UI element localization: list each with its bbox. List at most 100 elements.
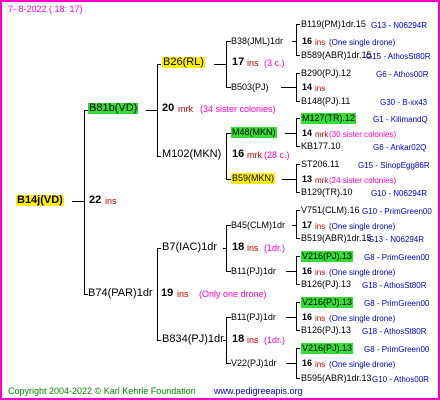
footer-url[interactable]: www.pedigreeapis.org <box>214 386 303 397</box>
gen2-a-queen[interactable]: B26(RL) <box>162 57 205 68</box>
gen2-c-queen[interactable]: B7(IAC)1dr <box>162 242 217 253</box>
gen3-a2-unit: ins <box>315 84 326 93</box>
connector <box>72 201 84 202</box>
gen3-a1-queen[interactable]: B38(JML)1dr <box>231 36 283 47</box>
date-stamp: 7- 8-2022 ( 18: 17) <box>8 4 83 14</box>
gen3-c1-unit: ins <box>315 222 326 231</box>
gen3-d2-year: 16 <box>302 358 313 368</box>
gen4-queen-8[interactable]: B129(TR).10 <box>301 187 353 198</box>
connector <box>214 64 226 65</box>
connector <box>296 73 297 101</box>
connector <box>296 118 297 146</box>
gen4-queen-1[interactable]: B119(PM)1dr.15 <box>301 19 366 30</box>
connector <box>223 340 226 341</box>
connector <box>286 317 296 318</box>
connector <box>292 225 296 226</box>
connector <box>157 156 161 157</box>
pedigree-chart: 7- 8-2022 ( 18: 17) B14j(VD) 22 ins B81b… <box>0 0 440 400</box>
gen2-a-unit: ins <box>247 58 259 68</box>
gen4-code-11: G8 - PrimGreen00 <box>364 253 430 262</box>
gen3-d2-note: (One single drone) <box>329 360 396 369</box>
gen2-b-unit2: mrk <box>247 150 262 160</box>
gen2-a-note: (3 c.) <box>264 58 285 68</box>
gen3-a2-queen[interactable]: B503(PJ) <box>231 82 269 93</box>
gen4-code-16: G10 - Athos00R <box>372 375 429 384</box>
gen3-c2-year: 16 <box>302 266 313 276</box>
connector <box>296 256 297 284</box>
gen4-code-8: G10 - N06294R <box>371 189 428 198</box>
root-queen[interactable]: B14j(VD) <box>16 195 64 206</box>
gen3-d1-year: 16 <box>302 312 313 322</box>
gen2-d-year: 18 <box>232 333 245 345</box>
gen1-bottom-unit: ins <box>177 289 189 299</box>
gen4-queen-7[interactable]: ST206.11 <box>301 159 339 170</box>
gen3-d2-queen[interactable]: V22(PJ)1dr <box>231 358 277 369</box>
gen4-code-12: G18 - AthosSt80R <box>362 281 427 290</box>
gen3-b1-unit: mrk <box>315 130 329 139</box>
gen4-code-6: G6 - Ankar02Q <box>373 143 427 152</box>
gen4-queen-6[interactable]: KB177.10 <box>301 141 341 152</box>
footer-copyright: Copyright 2004-2022 © Karl Kehrle Founda… <box>8 386 196 396</box>
connector <box>281 87 296 88</box>
gen4-code-13: G8 - PrimGreen00 <box>364 299 430 308</box>
gen3-b2-queen[interactable]: B59(MKN) <box>231 173 276 184</box>
gen4-queen-2[interactable]: B589(ABR)1dr.15 <box>301 50 372 61</box>
connector <box>157 248 158 340</box>
gen4-code-15: G8 - PrimGreen00 <box>364 345 430 354</box>
gen3-b2-unit: mrk <box>315 176 329 185</box>
connector <box>282 179 296 180</box>
gen3-a2-year: 14 <box>302 82 313 92</box>
connector <box>292 41 296 42</box>
connector <box>223 248 226 249</box>
connector <box>157 64 158 156</box>
connector <box>146 110 157 111</box>
gen2-c-year: 18 <box>232 241 245 253</box>
gen4-code-3: G6 - Athos00R <box>376 70 429 79</box>
gen4-queen-4[interactable]: B148(PJ).11 <box>301 96 350 107</box>
gen4-code-1: G13 - N06294R <box>371 21 428 30</box>
gen2-d-note: (1dr.) <box>264 335 286 345</box>
gen3-c1-year: 17 <box>302 220 313 230</box>
gen3-c2-unit: ins <box>315 268 326 277</box>
gen4-queen-9[interactable]: V751(CLM).16 <box>301 205 360 216</box>
connector <box>226 225 227 271</box>
gen3-b2-note: (24 sister colonies) <box>329 176 397 185</box>
gen3-b2-year: 13 <box>302 174 313 184</box>
gen4-code-2: G15 - AthosSt80R <box>366 52 431 61</box>
connector <box>296 302 297 330</box>
root-unit: ins <box>105 196 117 206</box>
gen4-queen-11[interactable]: V216(PJ).13 <box>301 251 354 262</box>
connector <box>286 271 296 272</box>
connector <box>296 210 297 238</box>
connector <box>296 24 297 55</box>
gen4-queen-14[interactable]: B126(PJ).13 <box>301 325 351 336</box>
connector <box>296 348 297 378</box>
gen4-queen-16[interactable]: B595(ABR)1dr.13 <box>301 373 372 384</box>
gen4-queen-13[interactable]: V216(PJ).13 <box>301 297 354 308</box>
gen3-b1-note: (30 sister colonies) <box>329 130 397 139</box>
connector <box>84 110 85 294</box>
gen2-d-queen[interactable]: B834(PJ)1dr <box>162 334 224 345</box>
gen4-queen-3[interactable]: B290(PJ).12 <box>301 68 351 79</box>
gen2-b-unit: mrk <box>178 104 193 114</box>
gen3-a1-year: 16 <box>302 36 313 46</box>
gen4-queen-5[interactable]: M127(TR).12 <box>301 113 357 124</box>
gen4-queen-10[interactable]: B519(ABR)1dr.15 <box>301 233 372 244</box>
connector <box>157 340 161 341</box>
gen4-queen-12[interactable]: B126(PJ).13 <box>301 279 351 290</box>
gen2-c-note: (1dr.) <box>264 243 286 253</box>
gen2-b-queen[interactable]: M102(MKN) <box>162 149 221 160</box>
gen2-c-unit: ins <box>247 243 259 253</box>
gen1-top-queen[interactable]: B81b(VD) <box>88 103 139 114</box>
gen4-code-4: G30 - B-xx43 <box>380 98 428 107</box>
gen4-code-7: G15 - SinopEgg86R <box>358 161 430 170</box>
gen4-queen-15[interactable]: V216(PJ).13 <box>301 343 354 354</box>
root-year: 22 <box>89 194 102 206</box>
gen3-c2-queen[interactable]: B11(PJ)1dr <box>231 266 276 277</box>
gen4-code-9: G10 - PrimGreen00 <box>362 207 432 216</box>
gen3-b1-queen[interactable]: M48(MKN) <box>231 127 277 138</box>
gen3-d1-queen[interactable]: B11(PJ)1dr <box>231 312 276 323</box>
gen3-c1-queen[interactable]: B45(CLM)1dr <box>231 220 285 231</box>
gen1-bottom-year: 19 <box>161 287 174 299</box>
gen1-bottom-queen[interactable]: B74(PAR)1dr <box>88 288 153 299</box>
